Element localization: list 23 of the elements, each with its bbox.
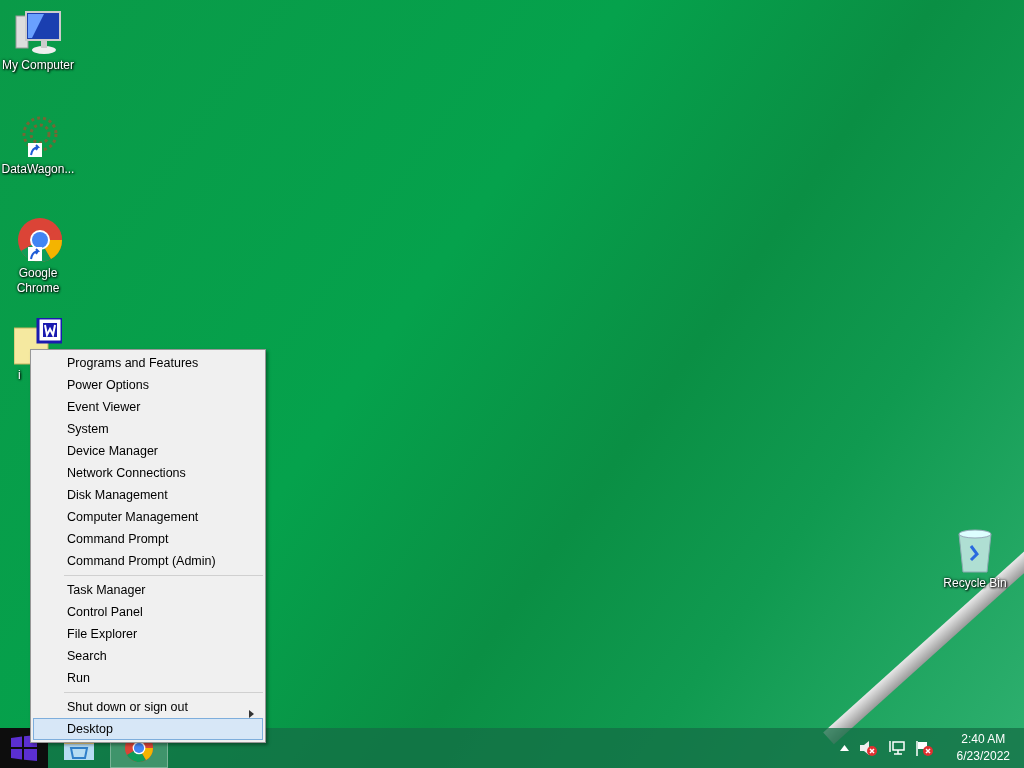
icon-label[interactable]: DataWagon...	[1, 162, 75, 177]
menu-item[interactable]: Task Manager	[33, 579, 263, 601]
menu-item[interactable]: Shut down or sign out	[33, 696, 263, 718]
menu-item[interactable]: Desktop	[33, 718, 263, 740]
clock-time: 2:40 AM	[961, 731, 1006, 748]
menu-item[interactable]: Command Prompt	[33, 528, 263, 550]
clock-date: 6/23/2022	[956, 748, 1010, 765]
menu-item[interactable]: Device Manager	[33, 440, 263, 462]
menu-item[interactable]: Search	[33, 645, 263, 667]
icon-label[interactable]: Google Chrome	[13, 266, 63, 296]
menu-item[interactable]: Power Options	[33, 374, 263, 396]
menu-item[interactable]: Command Prompt (Admin)	[33, 550, 263, 572]
menu-item[interactable]: System	[33, 418, 263, 440]
menu-item[interactable]: Event Viewer	[33, 396, 263, 418]
menu-item[interactable]: Run	[33, 667, 263, 689]
menu-item[interactable]: File Explorer	[33, 623, 263, 645]
clock[interactable]: 2:40 AM 6/23/2022	[956, 731, 1010, 765]
menu-item[interactable]: Disk Management	[33, 484, 263, 506]
icon-label[interactable]: My Computer	[2, 58, 74, 73]
menu-item[interactable]: Network Connections	[33, 462, 263, 484]
menu-item[interactable]: Programs and Features	[33, 352, 263, 374]
menu-item[interactable]: Computer Management	[33, 506, 263, 528]
menu-item[interactable]: Control Panel	[33, 601, 263, 623]
